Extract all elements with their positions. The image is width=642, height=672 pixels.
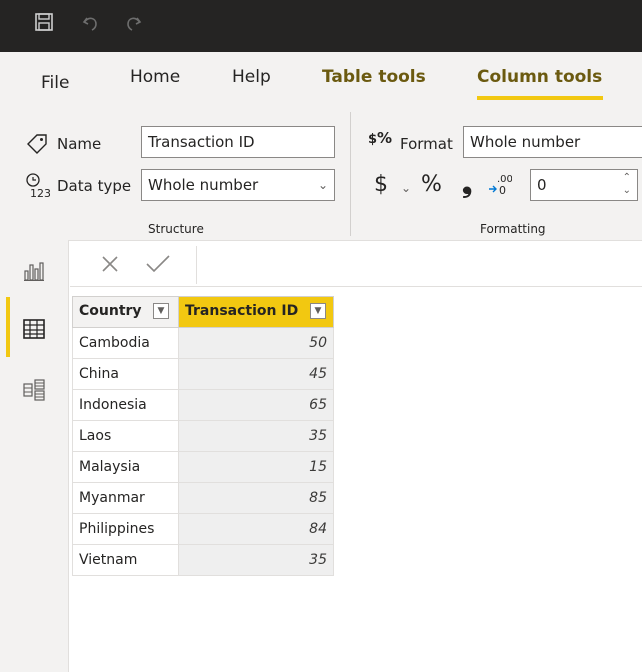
redo-icon[interactable] — [122, 12, 144, 34]
cell-transaction-id[interactable]: 35 — [178, 544, 334, 576]
checkmark-icon[interactable] — [144, 252, 172, 276]
name-field[interactable]: Transaction ID — [141, 126, 335, 158]
decrease-decimal-icon[interactable]: .00 0 — [486, 170, 513, 198]
formula-bar — [70, 242, 642, 287]
cell-country[interactable]: China — [72, 358, 179, 390]
save-icon[interactable] — [33, 12, 55, 34]
column-header-label: Transaction ID — [185, 303, 299, 319]
table-grid-icon[interactable] — [22, 317, 46, 341]
datatype-icon: 123 — [24, 172, 51, 200]
percent-button[interactable]: % — [421, 172, 442, 198]
tab-home[interactable]: Home — [130, 66, 180, 88]
cell-country[interactable]: Laos — [72, 420, 179, 452]
svg-text:0: 0 — [499, 184, 506, 197]
stepper-down-icon[interactable]: ⌄ — [623, 176, 631, 200]
ribbon-column-tools: Name Transaction ID 123 Data type Whole … — [0, 102, 642, 241]
tab-file[interactable]: File — [41, 72, 69, 94]
structure-caption: Structure — [148, 222, 204, 236]
svg-text:123: 123 — [30, 187, 50, 200]
table-row: Malaysia 15 — [72, 451, 334, 483]
undo-icon[interactable] — [80, 12, 102, 34]
ribbon-tabs: File Home Help Table tools Column tools — [0, 52, 642, 102]
table-row: Vietnam 35 — [72, 544, 334, 576]
formula-divider — [196, 246, 197, 284]
cell-country[interactable]: Myanmar — [72, 482, 179, 514]
filter-dropdown-icon[interactable]: ▼ — [310, 303, 326, 319]
table-row: Indonesia 65 — [72, 389, 334, 421]
chevron-down-icon: ⌄ — [317, 178, 328, 192]
model-icon[interactable] — [22, 378, 46, 402]
cell-country[interactable]: Malaysia — [72, 451, 179, 483]
table-row: Myanmar 85 — [72, 482, 334, 514]
tab-column-tools[interactable]: Column tools — [477, 66, 602, 88]
cell-transaction-id[interactable]: 35 — [178, 420, 334, 452]
tab-table-tools[interactable]: Table tools — [322, 66, 426, 88]
format-dropdown[interactable]: Whole number — [463, 126, 642, 158]
filter-dropdown-icon[interactable]: ▼ — [153, 303, 169, 319]
cell-country[interactable]: Cambodia — [72, 327, 179, 359]
name-label: Name — [57, 135, 102, 153]
format-icon: $% — [368, 129, 393, 147]
cell-transaction-id[interactable]: 84 — [178, 513, 334, 545]
view-navigation — [0, 240, 69, 672]
data-table: Country ▼ Transaction ID ▼ Cambodia 50 C… — [72, 296, 334, 576]
group-divider — [350, 112, 351, 236]
tag-icon — [25, 132, 49, 156]
column-header-transaction-id[interactable]: Transaction ID ▼ — [178, 296, 334, 328]
decimal-places-value: 0 — [537, 176, 547, 194]
column-header-label: Country — [79, 303, 142, 319]
datatype-value: Whole number — [148, 176, 259, 194]
tab-help[interactable]: Help — [232, 66, 271, 88]
table-row: Laos 35 — [72, 420, 334, 452]
cell-transaction-id[interactable]: 85 — [178, 482, 334, 514]
table-row: Cambodia 50 — [72, 327, 334, 359]
table-row: Philippines 84 — [72, 513, 334, 545]
comma-button[interactable]: ❟ — [462, 170, 472, 198]
close-icon[interactable] — [98, 252, 122, 276]
active-tab-indicator — [477, 96, 603, 100]
cell-country[interactable]: Philippines — [72, 513, 179, 545]
cell-transaction-id[interactable]: 50 — [178, 327, 334, 359]
cell-transaction-id[interactable]: 45 — [178, 358, 334, 390]
title-bar — [0, 0, 642, 52]
cell-country[interactable]: Vietnam — [72, 544, 179, 576]
decimal-places-stepper[interactable]: 0 ⌃ ⌄ — [530, 169, 638, 201]
currency-button[interactable]: $ — [374, 172, 388, 198]
table-row: China 45 — [72, 358, 334, 390]
currency-chevron-icon[interactable]: ⌄ — [401, 178, 411, 198]
bar-chart-icon[interactable] — [22, 259, 46, 283]
column-header-country[interactable]: Country ▼ — [72, 296, 179, 328]
formatting-caption: Formatting — [480, 222, 546, 236]
active-view-indicator — [6, 297, 10, 357]
datatype-dropdown[interactable]: Whole number ⌄ — [141, 169, 335, 201]
cell-transaction-id[interactable]: 65 — [178, 389, 334, 421]
format-label: Format — [400, 135, 453, 153]
cell-country[interactable]: Indonesia — [72, 389, 179, 421]
datatype-label: Data type — [57, 177, 132, 195]
cell-transaction-id[interactable]: 15 — [178, 451, 334, 483]
